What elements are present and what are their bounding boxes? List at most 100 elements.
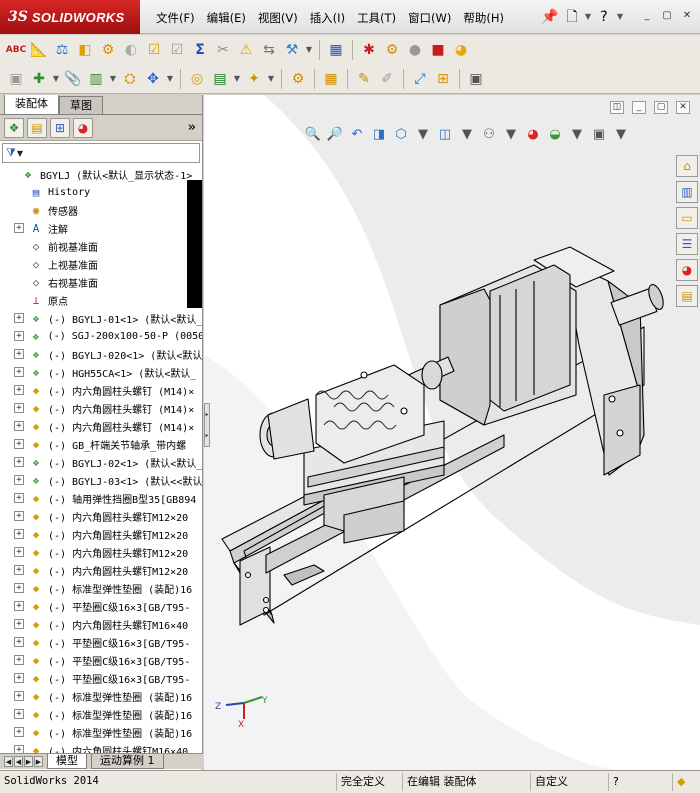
status-custom-units[interactable]: 自定义 bbox=[530, 773, 572, 791]
chevron-down-icon[interactable]: ▼ bbox=[52, 69, 60, 89]
interference-icon[interactable]: ⚒ bbox=[282, 40, 302, 60]
zoom-to-area-icon[interactable]: 🔎 bbox=[326, 125, 344, 143]
close-button[interactable]: ✕ bbox=[680, 9, 694, 22]
expand-icon[interactable]: + bbox=[14, 511, 24, 521]
expand-icon[interactable]: + bbox=[14, 313, 24, 323]
tree-item[interactable]: + ❖ (-) BGYLJ-020<1> (默认<默认 bbox=[0, 345, 202, 363]
home-icon[interactable]: ⌂ bbox=[676, 155, 698, 177]
exploded-view-icon[interactable]: ✎ bbox=[354, 69, 374, 89]
dynamic-annotation-icon[interactable]: ⬡ bbox=[392, 125, 410, 143]
tab-sketch[interactable]: 草图 bbox=[59, 96, 103, 114]
measure-icon[interactable]: 📐 bbox=[29, 40, 49, 60]
appearance-icon[interactable]: ◕ bbox=[451, 40, 471, 60]
insert-component-icon[interactable]: ✚ bbox=[29, 69, 49, 89]
model-3d-view[interactable] bbox=[204, 95, 700, 770]
move-component-icon[interactable]: ✥ bbox=[143, 69, 163, 89]
tree-item[interactable]: ◇ 上视基准面 bbox=[0, 255, 202, 273]
first-tab-arrow[interactable]: ◀ bbox=[4, 756, 13, 767]
expand-icon[interactable]: + bbox=[14, 349, 24, 359]
snapshot-icon[interactable]: ▣ bbox=[466, 69, 486, 89]
tab-model[interactable]: 模型 bbox=[47, 754, 87, 769]
tree-item[interactable]: + ◆ (-) 内六角圆柱头螺钉 (M14)× bbox=[0, 399, 202, 417]
status-tag-icon[interactable]: ◆ bbox=[672, 773, 689, 791]
tree-item[interactable]: + ◆ (-) GB_杆端关节轴承_带内螺 bbox=[0, 435, 202, 453]
gear-icon[interactable]: ⚙ bbox=[382, 40, 402, 60]
chevron-down-icon[interactable]: ▼ bbox=[267, 69, 275, 89]
appearances-icon[interactable]: ◕ bbox=[676, 259, 698, 281]
geometry-analysis-icon[interactable]: ◐ bbox=[121, 40, 141, 60]
chevron-down-icon[interactable]: ▼ bbox=[584, 7, 592, 27]
menu-edit[interactable]: 编辑(E) bbox=[201, 10, 252, 26]
tree-item[interactable]: + ◆ (-) 内六角圆柱头螺钉M16×40 bbox=[0, 615, 202, 633]
tree-item[interactable]: ❖ BGYLJ (默认<默认_显示状态-1> bbox=[0, 165, 202, 183]
tree-item[interactable]: + ◆ (-) 标准型弹性垫圈 (装配)16 bbox=[0, 723, 202, 741]
gray-circle-icon[interactable]: ● bbox=[405, 40, 425, 60]
update-speedpak-icon[interactable]: ⊞ bbox=[433, 69, 453, 89]
expand-icon[interactable]: + bbox=[14, 619, 24, 629]
smart-fasteners-icon[interactable]: ⛭ bbox=[120, 69, 140, 89]
menu-view[interactable]: 视图(V) bbox=[252, 10, 304, 26]
expand-icon[interactable]: + bbox=[14, 691, 24, 701]
section-view-icon[interactable]: ◨ bbox=[370, 125, 388, 143]
tree-item[interactable]: + ❖ (-) HGH55CA<1> (默认<默认_ bbox=[0, 363, 202, 381]
bill-of-materials-icon[interactable]: ▦ bbox=[321, 69, 341, 89]
last-tab-arrow[interactable]: ▶ bbox=[34, 756, 43, 767]
tree-item[interactable]: + A 注解 bbox=[0, 219, 202, 237]
tree-item[interactable]: + ❖ (-) SGJ-200x100-50-P (0050 bbox=[0, 327, 202, 345]
next-tab-arrow[interactable]: ▶ bbox=[24, 756, 33, 767]
expand-icon[interactable]: + bbox=[14, 367, 24, 377]
pushpin-icon[interactable]: 📌 bbox=[540, 7, 560, 27]
view-palette-icon[interactable]: ☰ bbox=[676, 233, 698, 255]
expand-icon[interactable]: + bbox=[14, 601, 24, 611]
prev-tab-arrow[interactable]: ◀ bbox=[14, 756, 23, 767]
tree-item[interactable]: ◉ 传感器 bbox=[0, 201, 202, 219]
section-properties-icon[interactable]: ◧ bbox=[75, 40, 95, 60]
reference-geometry-icon[interactable]: ✦ bbox=[244, 69, 264, 89]
tree-scrollbar-thumb[interactable] bbox=[187, 180, 202, 308]
assembly-features-icon[interactable]: ▤ bbox=[210, 69, 230, 89]
tree-item[interactable]: + ◆ (-) 标准型弹性垫圈 (装配)16 bbox=[0, 705, 202, 723]
menu-window[interactable]: 窗口(W) bbox=[402, 10, 457, 26]
chevron-down-icon[interactable]: ▼ bbox=[612, 125, 630, 143]
viewport-close-button[interactable]: ✕ bbox=[676, 101, 690, 114]
tree-item[interactable]: ◇ 前视基准面 bbox=[0, 237, 202, 255]
custom-properties-icon[interactable]: ▤ bbox=[676, 285, 698, 307]
configuration-manager-icon[interactable]: ⊞ bbox=[50, 117, 70, 138]
explode-line-icon[interactable]: ✐ bbox=[377, 69, 397, 89]
tree-item[interactable]: ◇ 右视基准面 bbox=[0, 273, 202, 291]
feature-manager-icon[interactable]: ❖ bbox=[4, 117, 24, 138]
apply-scene-icon[interactable]: ◒ bbox=[546, 125, 564, 143]
new-motion-study-icon[interactable]: ⚙ bbox=[288, 69, 308, 89]
viewport-split-icon[interactable]: ◫ bbox=[610, 101, 624, 114]
edit-appearance-icon[interactable]: ◕ bbox=[524, 125, 542, 143]
tree-item[interactable]: + ◆ (-) 平垫圈C级16×3[GB/T95- bbox=[0, 597, 202, 615]
solidworks-logo[interactable]: 3S SOLIDWORKS bbox=[0, 0, 140, 34]
tree-item[interactable]: + ◆ (-) 内六角圆柱头螺钉M12×20 bbox=[0, 507, 202, 525]
expand-icon[interactable]: + bbox=[14, 637, 24, 647]
chevron-down-icon[interactable]: ▼ bbox=[109, 69, 117, 89]
tree-item[interactable]: + ◆ (-) 平垫圈C级16×3[GB/T95- bbox=[0, 633, 202, 651]
edit-component-icon[interactable]: ▣ bbox=[6, 69, 26, 89]
tree-item[interactable]: + ◆ (-) 平垫圈C级16×3[GB/T95- bbox=[0, 669, 202, 687]
expand-icon[interactable]: + bbox=[14, 709, 24, 719]
design-library-icon[interactable]: ▥ bbox=[676, 181, 698, 203]
tree-item[interactable]: + ◆ (-) 标准型弹性垫圈 (装配)16 bbox=[0, 579, 202, 597]
viewport-minimize-button[interactable]: _ bbox=[632, 101, 646, 114]
sum-icon[interactable]: Σ bbox=[190, 40, 210, 60]
tree-item[interactable]: + ◆ (-) 平垫圈C级16×3[GB/T95- bbox=[0, 651, 202, 669]
tree-item[interactable]: + ❖ (-) BGYLJ-02<1> (默认<默认_ bbox=[0, 453, 202, 471]
chevron-down-icon[interactable]: ▼ bbox=[166, 69, 174, 89]
menu-insert[interactable]: 插入(I) bbox=[304, 10, 351, 26]
show-hidden-icon[interactable]: ◎ bbox=[187, 69, 207, 89]
tree-filter[interactable]: ⧩ ▼ bbox=[2, 143, 200, 163]
equations-icon[interactable]: ☑ bbox=[144, 40, 164, 60]
draft-analysis-icon[interactable]: ✂ bbox=[213, 40, 233, 60]
expand-icon[interactable]: + bbox=[14, 403, 24, 413]
expand-icon[interactable]: + bbox=[14, 439, 24, 449]
tree-item[interactable]: + ◆ (-) 内六角圆柱头螺钉M12×20 bbox=[0, 561, 202, 579]
view-settings-icon[interactable]: ▣ bbox=[590, 125, 608, 143]
graphics-area[interactable]: 🔍 🔎 ↶ ◨ ⬡ ▼ ◫ ▼ ⚇ ▼ ◕ ◒ ▼ ▣ ▼ ◫ _ ▢ ✕ ⌂ … bbox=[204, 95, 700, 770]
expand-icon[interactable]: + bbox=[14, 493, 24, 503]
display-manager-icon[interactable]: ◕ bbox=[73, 117, 93, 138]
check-icon[interactable]: ⚙ bbox=[98, 40, 118, 60]
